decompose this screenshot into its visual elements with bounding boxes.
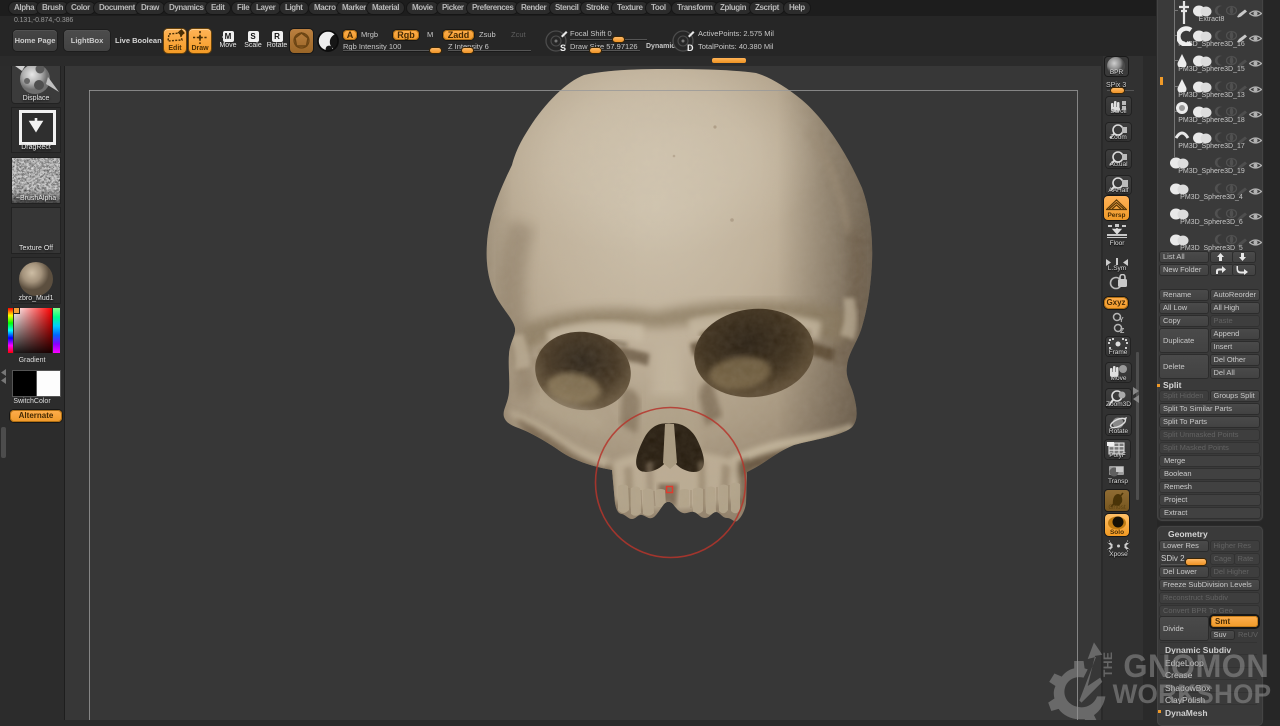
svg-text:Y: Y [1119,317,1124,322]
svg-text:Z: Z [1120,328,1125,334]
svg-text:D: D [687,43,694,53]
svg-text:S: S [560,43,566,53]
